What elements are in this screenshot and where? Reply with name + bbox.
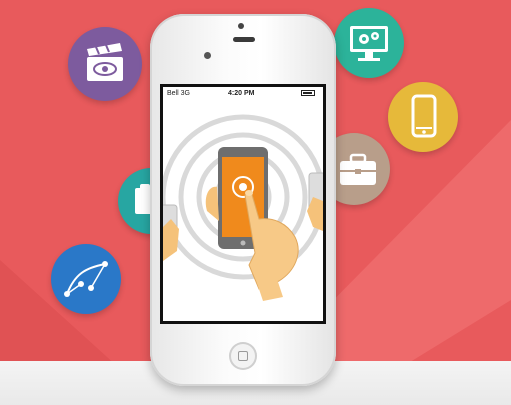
front-camera	[238, 23, 244, 29]
speaker-grille	[233, 37, 255, 42]
status-time: 4:20 PM	[228, 90, 255, 97]
monitor-gears-icon	[334, 8, 404, 78]
smartphone-device: Bell 3G 4:20 PM	[150, 14, 336, 386]
home-button[interactable]	[229, 342, 257, 370]
bezier-pen-icon	[51, 244, 121, 314]
phone-screen: Bell 3G 4:20 PM	[160, 84, 326, 324]
carrier-label: Bell 3G	[167, 90, 190, 97]
proximity-sensor	[204, 52, 211, 59]
film-eye-icon	[68, 27, 142, 101]
smartphone-icon	[388, 82, 458, 152]
promo-scene: Bell 3G 4:20 PM	[0, 0, 511, 405]
screen-illustration	[163, 101, 323, 321]
battery-icon	[301, 90, 315, 96]
status-bar: Bell 3G 4:20 PM	[163, 87, 323, 102]
